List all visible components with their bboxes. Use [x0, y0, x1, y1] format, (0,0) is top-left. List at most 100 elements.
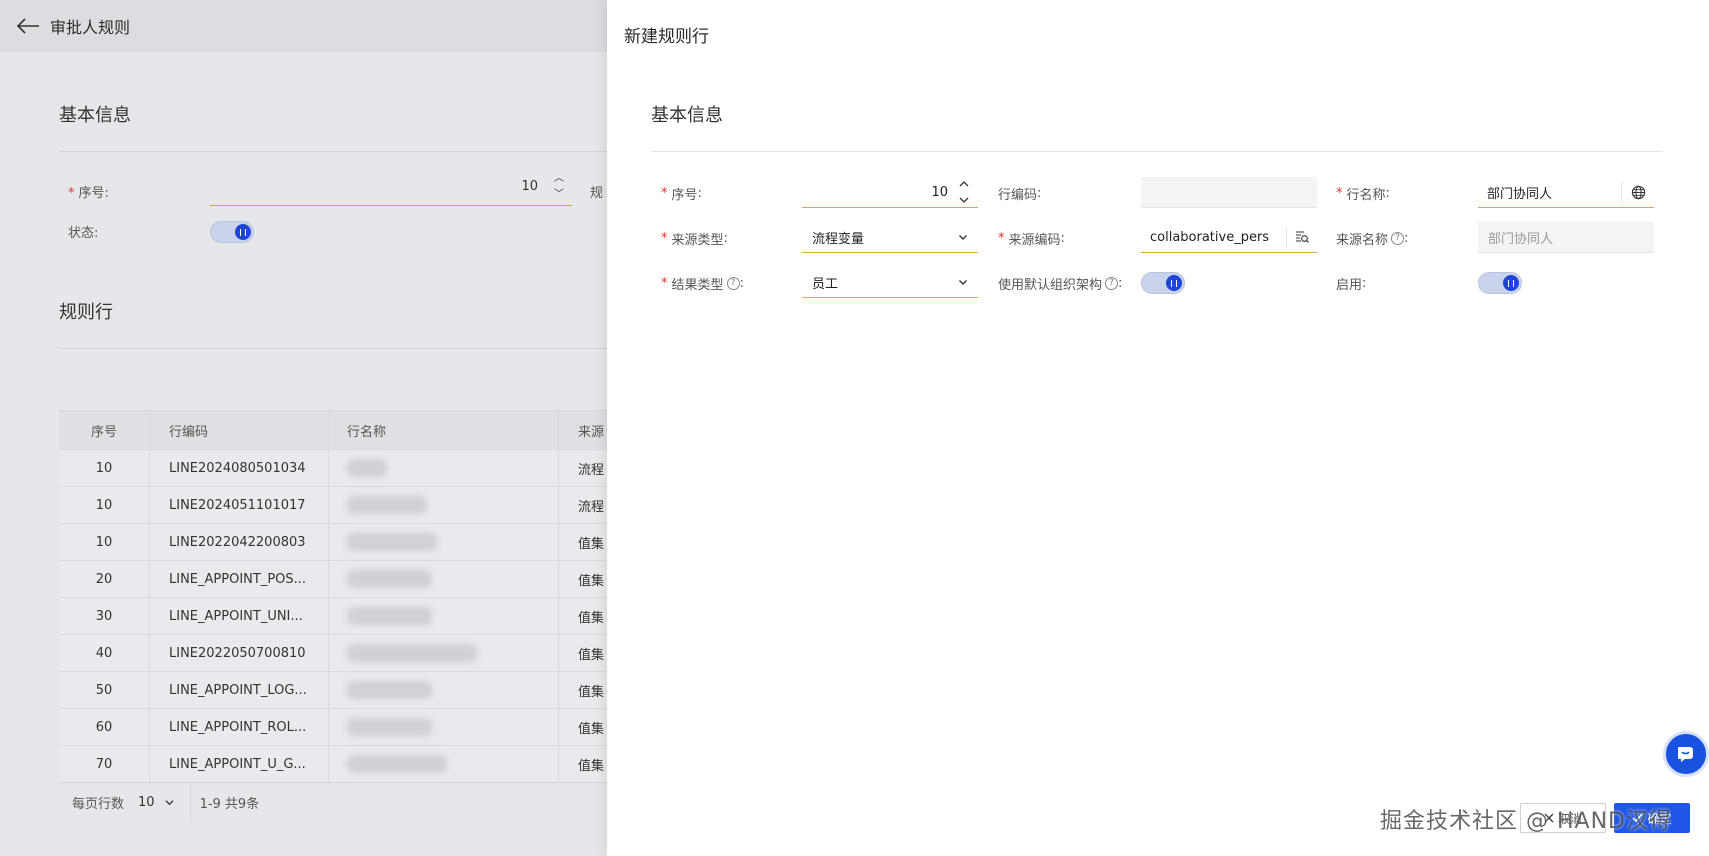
cell-name-blurred [329, 598, 559, 634]
cell-source: 值集 [578, 721, 605, 737]
line-name-input[interactable]: 部门协同人 [1478, 177, 1654, 208]
cell-seq: 20 [59, 561, 150, 597]
table-row[interactable]: 70 LINE_APPOINT_U_G... 值集 [59, 745, 607, 782]
status-label: 状态: [68, 226, 99, 241]
cell-code: LINE2022042200803 [150, 524, 329, 560]
chevron-down-icon[interactable] [958, 277, 968, 287]
line-code-input[interactable] [1141, 177, 1317, 208]
cell-code: LINE_APPOINT_LOG... [150, 672, 329, 708]
lookup-search-icon[interactable] [1287, 230, 1317, 244]
cell-name-blurred [329, 561, 559, 597]
background-page: 审批人规则 基本信息 * 序号: 10 ︿ ﹀ 规 状态: 规则行 序号 行编码 行… [0, 0, 607, 856]
source-type-value: 流程变量 [812, 231, 865, 247]
redacted-text [347, 607, 432, 625]
chevron-down-icon[interactable]: ﹀ [554, 189, 564, 201]
section-title-basic: 基本信息 [59, 105, 131, 126]
seq-label: * 序号: [68, 186, 109, 201]
status-toggle[interactable] [210, 221, 254, 243]
redacted-text [347, 755, 447, 773]
redacted-text [347, 644, 477, 662]
cell-seq: 50 [59, 672, 150, 708]
cell-source: 流程 [578, 499, 605, 515]
cell-code: LINE2022050700810 [150, 635, 329, 671]
header-seq[interactable]: 序号 [59, 411, 150, 449]
cell-name-blurred [329, 746, 559, 782]
cell-seq: 10 [59, 450, 150, 486]
cell-name-blurred [329, 709, 559, 745]
source-name-input[interactable]: 部门协同人 [1478, 222, 1654, 253]
assistant-float-button[interactable] [1663, 731, 1709, 777]
cell-seq: 40 [59, 635, 150, 671]
result-type-value: 员工 [812, 276, 839, 292]
redacted-text [347, 459, 387, 477]
cell-seq: 10 [59, 524, 150, 560]
clipped-label: 规 [590, 186, 604, 201]
table-row[interactable]: 10 LINE2024080501034 流程 [59, 449, 607, 486]
cell-source: 值集 [578, 684, 605, 700]
seq-input[interactable]: 10 ︿ ﹀ [210, 168, 572, 206]
seq-input[interactable]: 10 [802, 177, 978, 208]
globe-icon[interactable] [1622, 185, 1654, 200]
per-page-label: 每页行数 [72, 797, 125, 812]
divider [651, 151, 1663, 152]
source-type-select[interactable]: 流程变量 [802, 222, 978, 253]
source-code-label: * 来源编码: [998, 231, 1065, 248]
chevron-down-icon[interactable] [958, 195, 970, 205]
line-code-label: 行编码: [998, 186, 1042, 203]
cell-seq: 30 [59, 598, 150, 634]
enabled-label: 启用: [1336, 276, 1367, 293]
header-name[interactable]: 行名称 [329, 411, 559, 449]
section-title-rows: 规则行 [59, 302, 113, 323]
enabled-toggle[interactable] [1478, 272, 1522, 294]
redacted-text [347, 718, 432, 736]
chevron-down-icon[interactable] [165, 798, 174, 807]
table-row[interactable]: 10 LINE2022042200803 值集 [59, 523, 607, 560]
table-row[interactable]: 40 LINE2022050700810 值集 [59, 634, 607, 671]
per-page-select[interactable]: 10 [138, 795, 155, 810]
divider [189, 782, 191, 823]
new-rule-line-drawer: 新建规则行 基本信息 * 序号: 10 行编码: * 行名称: 部门协同人 * 来源类… [607, 0, 1709, 856]
seq-stepper[interactable] [958, 179, 970, 205]
header-source[interactable]: 来源 [559, 411, 607, 449]
table-row[interactable]: 10 LINE2024051101017 流程 [59, 486, 607, 523]
cell-name-blurred [329, 524, 559, 560]
cell-seq: 60 [59, 709, 150, 745]
line-name-value: 部门协同人 [1487, 186, 1553, 202]
cell-name-blurred [329, 450, 559, 486]
seq-value: 10 [521, 179, 538, 194]
header-code[interactable]: 行编码 [150, 411, 329, 449]
assistant-icon [1678, 747, 1693, 762]
cell-source: 值集 [578, 536, 605, 552]
cell-code: LINE_APPOINT_ROL... [150, 709, 329, 745]
cell-source: 流程 [578, 462, 605, 478]
cell-seq: 70 [59, 746, 150, 782]
source-name-value: 部门协同人 [1488, 231, 1554, 247]
redacted-text [347, 570, 432, 588]
help-icon[interactable]: ? [1391, 232, 1405, 245]
chevron-up-icon[interactable] [958, 179, 970, 189]
table-row[interactable]: 30 LINE_APPOINT_UNI... 值集 [59, 597, 607, 634]
table-row[interactable]: 20 LINE_APPOINT_POS... 值集 [59, 560, 607, 597]
cell-code: LINE_APPOINT_UNI... [150, 598, 329, 634]
seq-stepper[interactable]: ︿ ﹀ [552, 173, 566, 201]
cell-source: 值集 [578, 647, 605, 663]
cell-code: LINE2024080501034 [150, 450, 329, 486]
redacted-text [347, 533, 437, 551]
chevron-up-icon[interactable]: ︿ [554, 173, 564, 185]
default-org-toggle[interactable] [1141, 272, 1185, 294]
result-type-select[interactable]: 员工 [802, 267, 978, 298]
rules-table: 序号 行编码 行名称 来源 10 LINE2024080501034 流程 10… [59, 410, 607, 782]
divider [59, 348, 607, 349]
cell-name-blurred [329, 487, 559, 523]
table-row[interactable]: 50 LINE_APPOINT_LOG... 值集 [59, 671, 607, 708]
seq-value: 10 [931, 184, 948, 200]
help-icon[interactable]: ? [1105, 277, 1119, 290]
table-header: 序号 行编码 行名称 来源 [59, 411, 607, 449]
table-row[interactable]: 60 LINE_APPOINT_ROL... 值集 [59, 708, 607, 745]
seq-label: * 序号: [661, 186, 702, 203]
help-icon[interactable]: ? [726, 277, 740, 290]
back-arrow-icon[interactable] [16, 17, 40, 35]
chevron-down-icon[interactable] [958, 232, 968, 242]
cell-code: LINE_APPOINT_POS... [150, 561, 329, 597]
source-code-lookup[interactable]: collaborative_pers [1141, 222, 1317, 253]
